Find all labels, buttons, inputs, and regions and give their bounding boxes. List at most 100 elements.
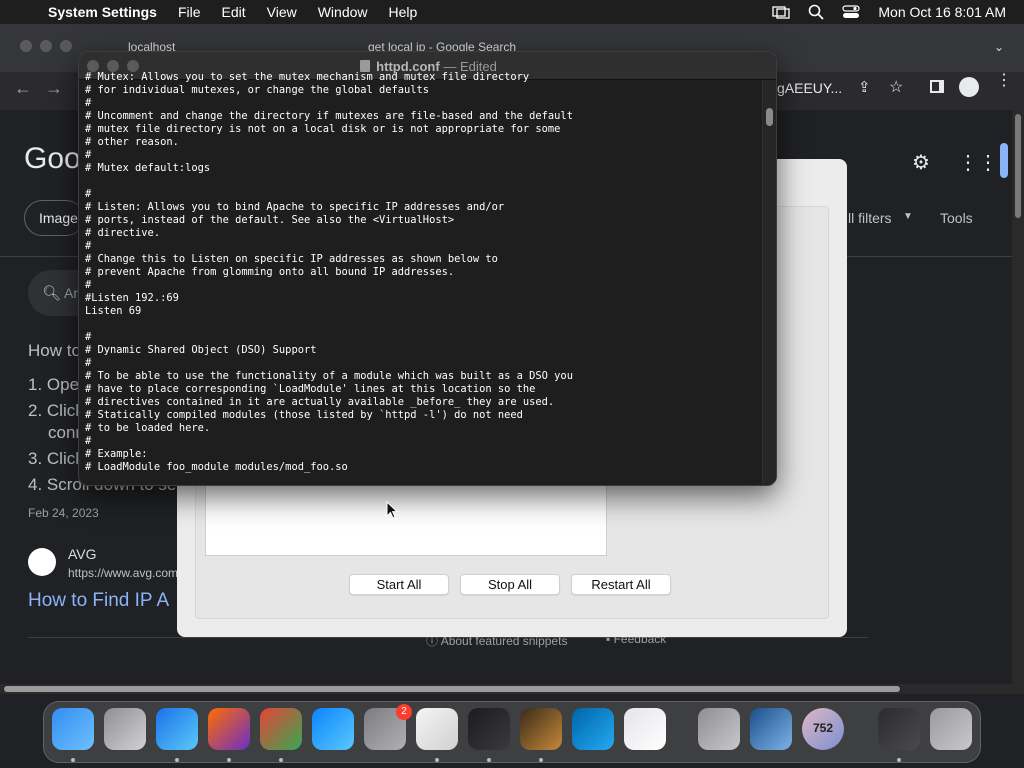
page-scroll-thumb[interactable] [1015, 114, 1021, 218]
page-vertical-scrollbar[interactable] [1012, 110, 1024, 684]
editor-scroll-thumb[interactable] [766, 108, 773, 126]
menu-edit[interactable]: Edit [222, 4, 246, 20]
code-line[interactable]: # Mutex default:logs [85, 162, 759, 175]
dock-chrome-icon[interactable] [260, 708, 302, 750]
settings-gear-icon[interactable]: ⚙ [912, 150, 930, 175]
profile-avatar-icon[interactable] [959, 77, 979, 97]
code-line[interactable]: # Example: [85, 448, 759, 461]
code-line[interactable]: # [85, 357, 759, 370]
dock-running-indicator [539, 758, 543, 762]
tools-link[interactable]: Tools [940, 210, 973, 226]
code-line[interactable]: # directive. [85, 227, 759, 240]
dock-preferences-icon[interactable] [698, 708, 740, 750]
dock-running-indicator [175, 758, 179, 762]
code-line[interactable]: # Uncomment and change the directory if … [85, 110, 759, 123]
code-line[interactable]: # have to place corresponding `LoadModul… [85, 383, 759, 396]
spotlight-search-icon[interactable] [808, 4, 825, 20]
code-line[interactable]: # Change this to Listen on specific IP a… [85, 253, 759, 266]
code-line[interactable]: # other reason. [85, 136, 759, 149]
tab-list-chevron-icon[interactable]: ⌄ [994, 40, 1004, 54]
code-line[interactable] [85, 318, 759, 331]
share-icon[interactable]: ⇪ [858, 78, 871, 96]
snippet-step-2: 2. Click [28, 401, 84, 420]
dock-app-store-icon[interactable] [312, 708, 354, 750]
horizontal-scroll-thumb[interactable] [4, 686, 900, 692]
restart-all-button[interactable]: Restart All [571, 574, 671, 595]
code-line[interactable]: # [85, 97, 759, 110]
code-line[interactable]: # Dynamic Shared Object (DSO) Support [85, 344, 759, 357]
counter-label: 752 [812, 721, 834, 735]
code-text-area[interactable]: # Mutex: Allows you to set the mutex mec… [85, 71, 759, 476]
code-line[interactable]: # Listen: Allows you to bind Apache to s… [85, 201, 759, 214]
dock-firefox-icon[interactable] [208, 708, 250, 750]
code-line[interactable]: # prevent Apache from glomming onto all … [85, 266, 759, 279]
code-line[interactable]: # [85, 240, 759, 253]
code-line[interactable]: # [85, 188, 759, 201]
code-line[interactable]: #Listen 192.:69 [85, 292, 759, 305]
code-line[interactable]: # directives contained in it are actuall… [85, 396, 759, 409]
all-filters-link[interactable]: ll filters [848, 210, 892, 226]
mouse-cursor-icon [386, 501, 398, 519]
dock-running-indicator [279, 758, 283, 762]
menu-app-name[interactable]: System Settings [48, 4, 157, 20]
side-panel-icon[interactable] [930, 80, 944, 93]
code-line[interactable]: # [85, 435, 759, 448]
filters-dropdown-icon: ▼ [903, 211, 913, 222]
apps-grid-icon[interactable]: ⋮⋮ [958, 150, 998, 175]
text-editor-window: httpd.conf — Edited # Mutex: Allows you … [78, 51, 777, 486]
forward-arrow-icon[interactable]: → [45, 78, 63, 99]
sign-in-button[interactable] [1000, 143, 1008, 178]
dock-activity-icon[interactable] [878, 708, 920, 750]
notification-badge: 2 [396, 704, 412, 720]
dock-launchpad-icon[interactable] [104, 708, 146, 750]
code-line[interactable]: # Mutex: Allows you to set the mutex mec… [85, 71, 759, 84]
result-title-link[interactable]: How to Find IP A [28, 590, 169, 612]
menu-clock[interactable]: Mon Oct 16 8:01 AM [878, 4, 1006, 20]
code-line[interactable]: # Statically compiled modules (those lis… [85, 409, 759, 422]
google-logo[interactable]: Goo [24, 142, 81, 176]
code-line[interactable] [85, 175, 759, 188]
address-bar-fragment[interactable]: gAEEUY... [777, 80, 842, 96]
code-line[interactable]: # [85, 149, 759, 162]
back-arrow-icon[interactable]: ← [14, 78, 32, 99]
code-line[interactable]: # LoadModule foo_module modules/mod_foo.… [85, 461, 759, 474]
dock-virtualbox-icon[interactable] [750, 708, 792, 750]
chrome-menu-kebab-icon[interactable]: ⋮ [996, 73, 1012, 89]
dock-roblox-icon[interactable] [624, 708, 666, 750]
code-line[interactable]: Listen 69 [85, 305, 759, 318]
menu-window[interactable]: Window [318, 4, 368, 20]
start-all-button[interactable]: Start All [349, 574, 449, 595]
menu-bar: System Settings File Edit View Window He… [0, 0, 1024, 24]
screen-mirror-icon[interactable] [772, 5, 791, 19]
editor-scrollbar[interactable] [762, 80, 776, 485]
dock-finder-icon[interactable] [52, 708, 94, 750]
code-line[interactable]: # To be able to use the functionality of… [85, 370, 759, 383]
code-line[interactable]: # [85, 331, 759, 344]
control-center-icon[interactable] [842, 5, 860, 19]
dock-counter-icon[interactable]: 752 [802, 708, 844, 750]
dock-vs-code-icon[interactable] [572, 708, 614, 750]
dock-textedit-icon[interactable] [416, 708, 458, 750]
menu-help[interactable]: Help [389, 4, 418, 20]
code-line[interactable]: # mutex file directory is not on a local… [85, 123, 759, 136]
dock-system-settings-icon[interactable]: 2 [364, 704, 412, 750]
bookmark-star-icon[interactable]: ☆ [889, 77, 903, 97]
source-url[interactable]: https://www.avg.com [68, 566, 178, 580]
search-icon: 🔍︎ [42, 285, 62, 302]
menu-view[interactable]: View [267, 4, 297, 20]
menu-file[interactable]: File [178, 4, 201, 20]
dock-running-indicator [435, 758, 439, 762]
code-line[interactable]: # [85, 279, 759, 292]
dock-safari-icon[interactable] [156, 708, 198, 750]
stop-all-button[interactable]: Stop All [460, 574, 560, 595]
source-name[interactable]: AVG [68, 546, 97, 562]
snippet-date: Feb 24, 2023 [28, 506, 99, 520]
images-filter-chip[interactable]: Image [24, 200, 84, 236]
dock-garageband-icon[interactable] [520, 708, 562, 750]
code-line[interactable]: # ports, instead of the default. See als… [85, 214, 759, 227]
dock-terminal-icon[interactable] [468, 708, 510, 750]
dock-running-indicator [71, 758, 75, 762]
code-line[interactable]: # for individual mutexes, or change the … [85, 84, 759, 97]
code-line[interactable]: # to be loaded here. [85, 422, 759, 435]
dock-trash-icon[interactable] [930, 708, 972, 750]
